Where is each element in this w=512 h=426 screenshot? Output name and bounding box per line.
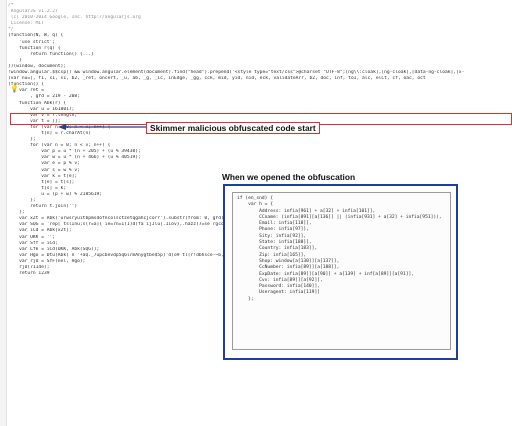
lightbulb-icon[interactable]: 💡 — [10, 85, 19, 92]
deobfuscated-code-panel: if (en_snd) { var h = { Address: infia[9… — [223, 184, 458, 360]
skimmer-callout-label: Skimmer malicious obfuscated code start — [146, 122, 320, 134]
panel-code-line: }; — [237, 296, 254, 302]
callout-arrow-icon — [58, 124, 148, 130]
deobfuscated-code: if (en_snd) { var h = { Address: infia[9… — [232, 192, 451, 350]
deobfuscation-panel-title: When we opened the obfuscation — [222, 172, 356, 182]
editor-gutter — [0, 0, 7, 426]
